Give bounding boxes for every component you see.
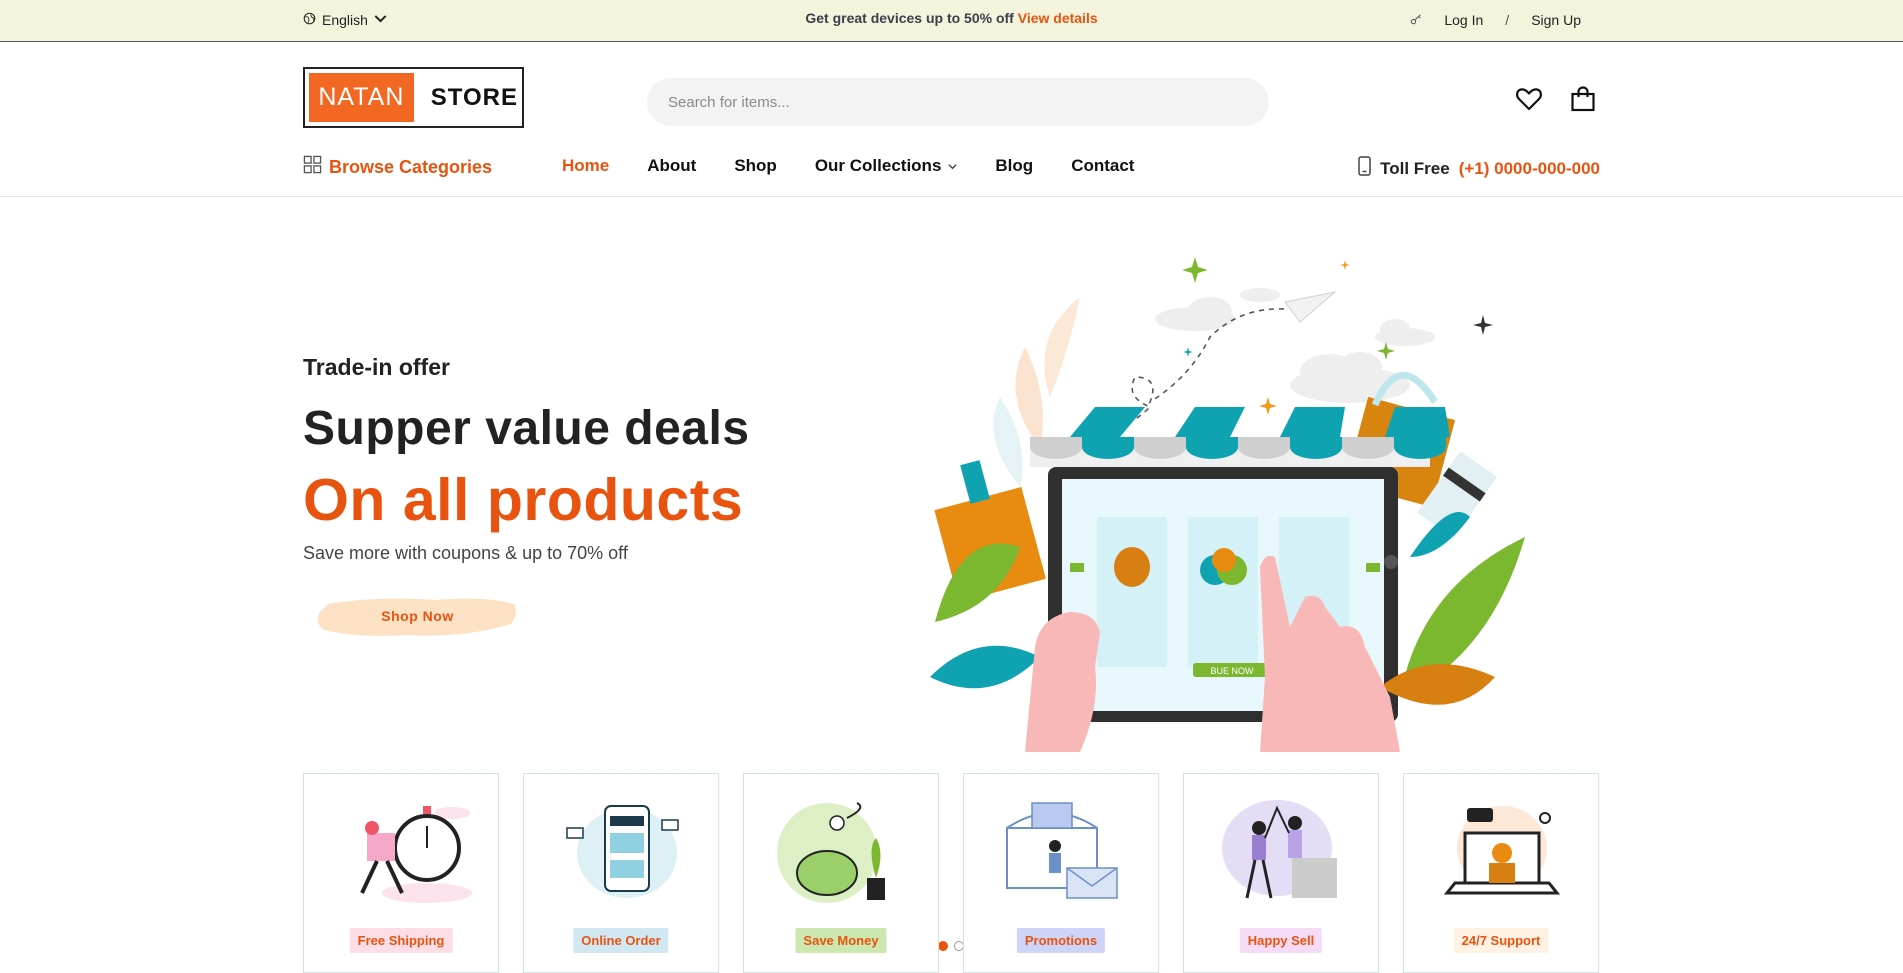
feature-card[interactable]: 24/7 Support [1403,773,1599,973]
support-illustration [1443,806,1561,895]
feature-badge: Free Shipping [349,928,453,953]
main-nav: Browse Categories Home About Shop Our Co… [0,155,1903,185]
heart-icon[interactable] [1515,85,1543,118]
nav-item-about[interactable]: About [647,156,696,176]
promo-banner: Get great devices up to 50% off View det… [0,10,1903,26]
hero-title-accent: On all products [303,467,744,533]
login-link[interactable]: Log In [1444,12,1483,28]
shopping-bag-icon[interactable] [1569,85,1597,118]
nav-item-home[interactable]: Home [562,156,609,176]
shop-now-button[interactable]: Shop Now [316,594,519,640]
feature-badge: Promotions [1016,928,1106,953]
features-row: Free Shipping Online Order Save Money Pr… [303,773,1599,973]
free-shipping-illustration [360,806,472,903]
hero-section: Trade-in offer Supper value deals On all… [0,197,1903,951]
chevron-down-icon [948,156,957,176]
logo-store: STORE [430,83,518,111]
toll-free: Toll Free (+1) 0000-000-000 [1358,156,1600,181]
toll-free-number[interactable]: (+1) 0000-000-000 [1459,159,1600,179]
feature-card[interactable]: Free Shipping [303,773,499,973]
feature-card[interactable]: Online Order [523,773,719,973]
hero-eyebrow: Trade-in offer [303,354,450,380]
feature-card[interactable]: Save Money [743,773,939,973]
feature-card[interactable]: Promotions [963,773,1159,973]
nav-item-our-collections[interactable]: Our Collections [815,156,958,176]
hero-subtitle: Save more with coupons & up to 70% off [303,543,628,563]
grid-icon [303,155,322,179]
hero-title: Supper value deals [303,402,750,455]
online-order-illustration [566,805,679,898]
happy-sell-illustration [1222,800,1337,899]
feature-badge: Happy Sell [1239,928,1323,953]
auth-links: Log In / Sign Up [1410,12,1581,28]
search-input[interactable] [647,78,1269,126]
shop-now-label: Shop Now [381,608,454,624]
nav-item-our-collections-label: Our Collections [814,156,942,175]
signup-link[interactable]: Sign Up [1531,12,1581,28]
logo[interactable]: NATAN STORE [303,67,524,128]
save-money-illustration [777,802,885,903]
nav-item-contact[interactable]: Contact [1071,156,1134,176]
site-header: NATAN STORE Browse Categories Home About… [0,42,1903,197]
key-icon [1410,12,1422,28]
browse-categories-button[interactable]: Browse Categories [303,155,492,179]
nav-menu: Home About Shop Our Collections Blog Con… [562,156,1134,176]
view-details-link[interactable]: View details [1018,10,1098,26]
promotions-illustration [1006,802,1118,899]
toll-free-label: Toll Free [1380,158,1450,178]
logo-natan: NATAN [309,73,414,122]
browse-categories-label: Browse Categories [329,156,493,177]
auth-separator: / [1505,12,1510,28]
phone-icon [1358,156,1371,181]
top-bar: English Get great devices up to 50% off … [0,0,1903,42]
feature-badge: Save Money [795,928,887,953]
feature-card[interactable]: Happy Sell [1183,773,1379,973]
feature-badge: Online Order [573,928,669,953]
storefront-illustration: BUE NOW [930,257,1525,752]
feature-badge: 24/7 Support [1453,928,1549,953]
header-icons [1515,85,1597,118]
promo-text: Get great devices up to 50% off [805,10,1014,26]
nav-item-blog[interactable]: Blog [995,156,1033,176]
illustration-buy-now: BUE NOW [1210,666,1254,676]
nav-item-shop[interactable]: Shop [734,156,777,176]
